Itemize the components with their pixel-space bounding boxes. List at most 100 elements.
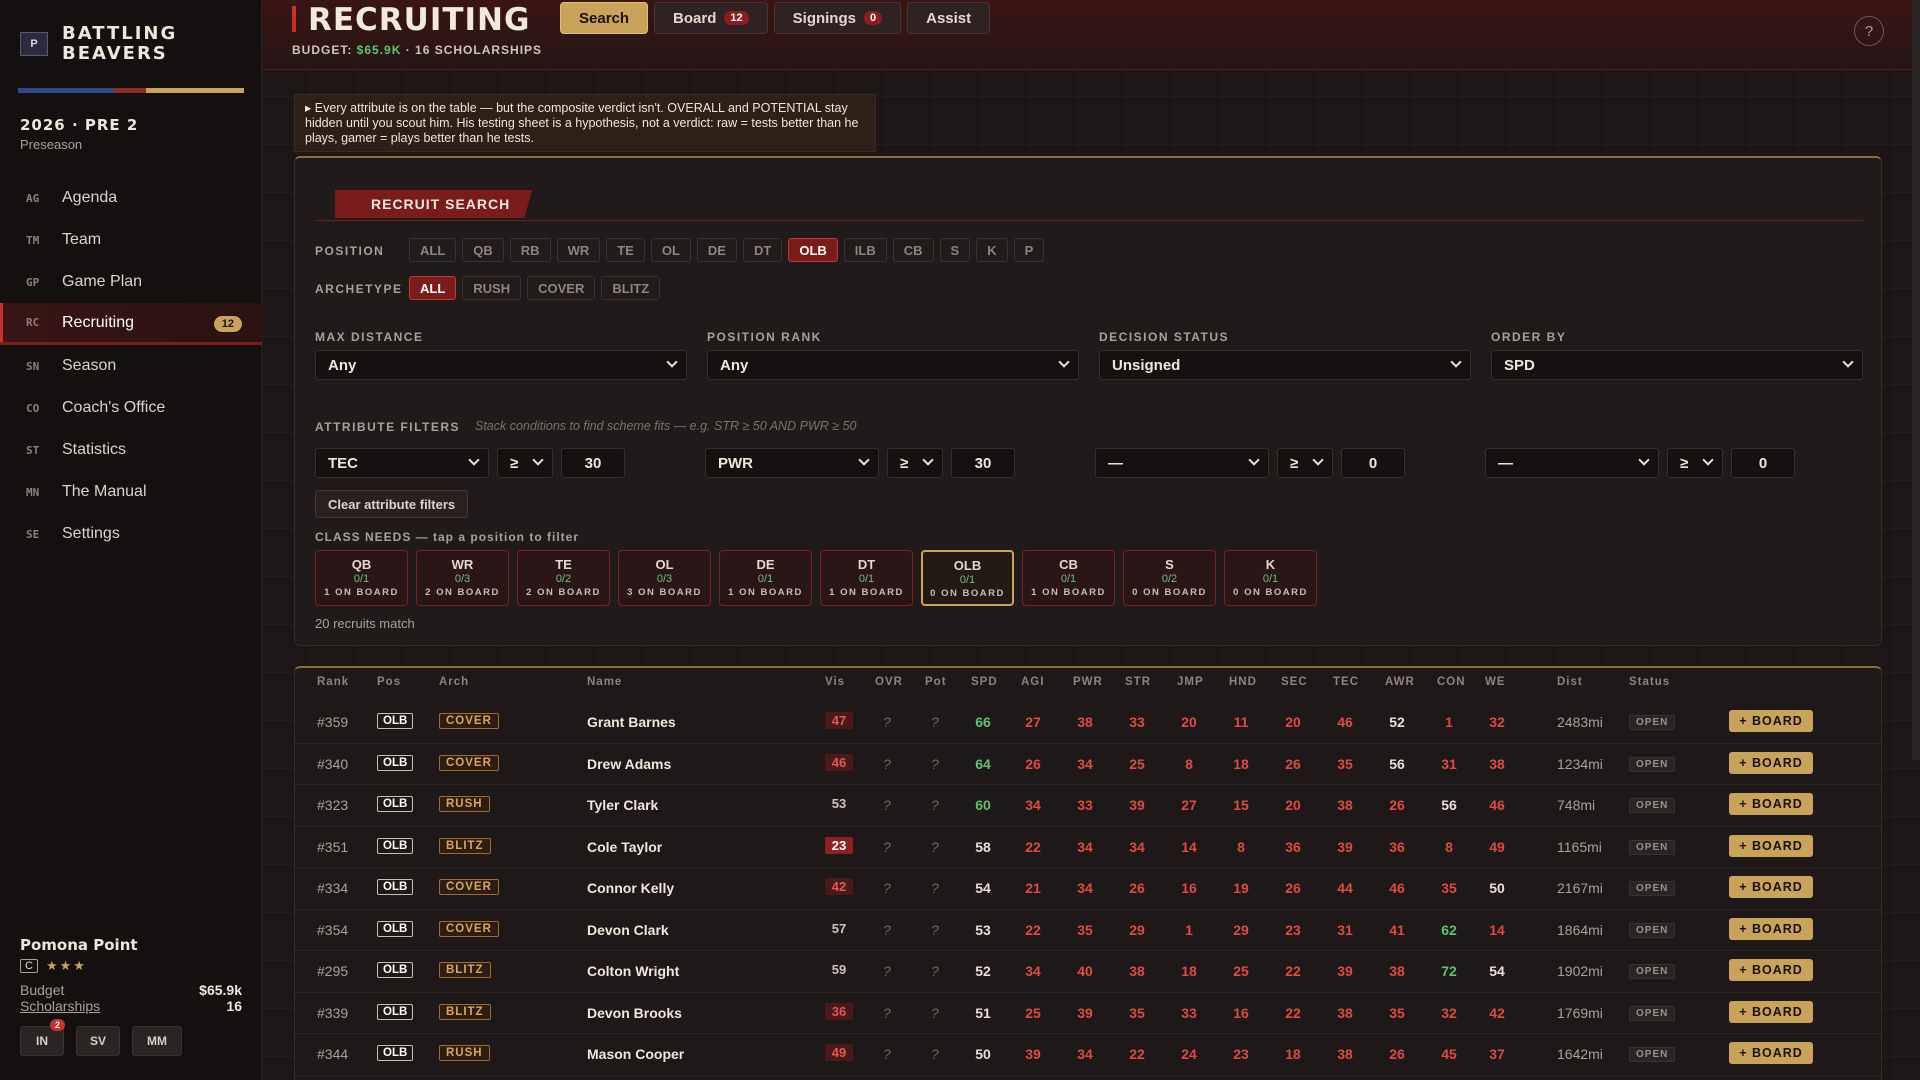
sidebar-item-game-plan[interactable]: GP Game Plan <box>0 261 262 303</box>
position-chip-qb[interactable]: QB <box>462 238 504 262</box>
column-header-vis[interactable]: Vis <box>825 676 845 688</box>
column-header-we[interactable]: WE <box>1485 676 1506 688</box>
tab-board[interactable]: Board 12 <box>654 2 768 34</box>
class-need-cb[interactable]: CB 0/1 1 ON BOARD <box>1022 550 1115 606</box>
table-row[interactable]: #344 OLB RUSH Mason Cooper 49?? 50 39 34 22 24 23 1… <box>295 1034 1881 1076</box>
scholarships-label[interactable]: Scholarships <box>20 998 100 1014</box>
position-rank-select[interactable]: Any <box>707 350 1079 380</box>
table-row[interactable]: #351 OLB BLITZ Cole Taylor 23?? 58 22 34 34 14 8 36… <box>295 827 1881 868</box>
sidebar-item-settings[interactable]: SE Settings <box>0 513 262 555</box>
sidebar-item-team[interactable]: TM Team <box>0 219 262 261</box>
operator-select[interactable]: ≥ <box>887 448 943 478</box>
column-header-pot[interactable]: Pot <box>925 676 947 688</box>
class-need-wr[interactable]: WR 0/3 2 ON BOARD <box>416 550 509 606</box>
column-header-spd[interactable]: SPD <box>971 676 998 688</box>
position-chip-all[interactable]: ALL <box>409 238 457 262</box>
position-chip-rb[interactable]: RB <box>509 238 551 262</box>
table-row[interactable]: #334 OLB COVER Connor Kelly 42?? 54 21 34 26 16 19… <box>295 868 1881 910</box>
add-to-board-button[interactable]: + BOARD <box>1729 751 1813 774</box>
table-row[interactable]: #339 OLB BLITZ Devon Brooks 36?? 51 25 39 35 33 16… <box>295 993 1881 1034</box>
add-to-board-button[interactable]: + BOARD <box>1729 710 1813 732</box>
sidebar-item-coach-s-office[interactable]: CO Coach's Office <box>0 387 262 429</box>
position-chip-p[interactable]: P <box>1013 238 1045 262</box>
class-need-te[interactable]: TE 0/2 2 ON BOARD <box>517 550 610 606</box>
sidebar-item-recruiting[interactable]: RC Recruiting 12 <box>0 303 262 345</box>
position-chip-olb[interactable]: OLB <box>788 238 838 262</box>
recruit-name[interactable]: Grant Barnes <box>587 714 676 730</box>
add-to-board-button[interactable]: + BOARD <box>1729 834 1813 857</box>
column-header-awr[interactable]: AWR <box>1385 676 1415 688</box>
column-header-arch[interactable]: Arch <box>439 676 469 688</box>
recruit-name[interactable]: Devon Brooks <box>587 1005 682 1021</box>
threshold-input[interactable]: 0 <box>1341 448 1405 478</box>
save-button[interactable]: SV <box>76 1026 120 1056</box>
clear-attribute-filters-button[interactable]: Clear attribute filters <box>315 490 469 518</box>
column-header-pwr[interactable]: PWR <box>1073 676 1103 688</box>
sidebar-item-season[interactable]: SN Season <box>0 345 262 387</box>
threshold-input[interactable]: 30 <box>561 448 625 478</box>
table-row[interactable]: #323 OLB RUSH Tyler Clark 53?? 60 34 33 39 27 15 20… <box>295 785 1881 827</box>
position-chip-wr[interactable]: WR <box>556 238 601 262</box>
order-by-select[interactable]: SPD <box>1491 350 1863 380</box>
add-to-board-button[interactable]: + BOARD <box>1729 1000 1813 1023</box>
archetype-chip-rush[interactable]: RUSH <box>462 276 522 300</box>
position-chip-dt[interactable]: DT <box>742 238 783 262</box>
column-header-tec[interactable]: TEC <box>1333 676 1359 688</box>
position-chip-s[interactable]: S <box>939 238 971 262</box>
column-header-con[interactable]: CON <box>1437 676 1466 688</box>
decision-status-select[interactable]: Unsigned <box>1099 350 1471 380</box>
sidebar-item-statistics[interactable]: ST Statistics <box>0 429 262 471</box>
column-header-jmp[interactable]: JMP <box>1177 676 1204 688</box>
sidebar-item-agenda[interactable]: AG Agenda <box>0 177 262 219</box>
class-need-olb[interactable]: OLB 0/1 0 ON BOARD <box>921 550 1014 606</box>
column-header-name[interactable]: Name <box>587 676 622 688</box>
class-need-s[interactable]: S 0/2 0 ON BOARD <box>1123 550 1216 606</box>
table-row[interactable]: #340 OLB COVER Drew Adams 46?? 64 26 34 25 8 18 26 3… <box>295 744 1881 785</box>
column-header-str[interactable]: STR <box>1125 676 1151 688</box>
class-need-de[interactable]: DE 0/1 1 ON BOARD <box>719 550 812 606</box>
attribute-select[interactable]: PWR <box>705 448 879 478</box>
recruit-name[interactable]: Tyler Clark <box>587 797 658 813</box>
sidebar-item-the-manual[interactable]: MN The Manual <box>0 471 262 513</box>
operator-select[interactable]: ≥ <box>1667 448 1723 478</box>
column-header-agi[interactable]: AGI <box>1021 676 1044 688</box>
add-to-board-button[interactable]: + BOARD <box>1729 959 1813 981</box>
position-chip-k[interactable]: K <box>976 238 1008 262</box>
attribute-select[interactable]: TEC <box>315 448 489 478</box>
add-to-board-button[interactable]: + BOARD <box>1729 793 1813 815</box>
archetype-chip-cover[interactable]: COVER <box>527 276 596 300</box>
archetype-chip-blitz[interactable]: BLITZ <box>601 276 661 300</box>
column-header-status[interactable]: Status <box>1629 676 1670 688</box>
table-row[interactable]: #359 OLB COVER Grant Barnes 47?? 66 27 38 33 20 11… <box>295 702 1881 744</box>
recruit-name[interactable]: Mason Cooper <box>587 1046 684 1062</box>
tab-signings[interactable]: Signings 0 <box>773 2 902 34</box>
recruit-name[interactable]: Devon Clark <box>587 922 669 938</box>
column-header-sec[interactable]: SEC <box>1281 676 1308 688</box>
table-row[interactable]: #354 OLB COVER Devon Clark 57?? 53 22 35 29 1 29 23… <box>295 910 1881 951</box>
tab-assist[interactable]: Assist <box>907 2 991 34</box>
help-icon[interactable]: ? <box>1854 16 1884 46</box>
inbox-button[interactable]: IN 2 <box>20 1019 65 1056</box>
max-distance-select[interactable]: Any <box>315 350 687 380</box>
position-chip-ol[interactable]: OL <box>650 238 691 262</box>
add-to-board-button[interactable]: + BOARD <box>1729 876 1813 898</box>
column-header-pos[interactable]: Pos <box>377 676 401 688</box>
position-chip-de[interactable]: DE <box>696 238 737 262</box>
operator-select[interactable]: ≥ <box>1277 448 1333 478</box>
class-need-qb[interactable]: QB 0/1 1 ON BOARD <box>315 550 408 606</box>
archetype-chip-all[interactable]: ALL <box>409 276 457 300</box>
operator-select[interactable]: ≥ <box>497 448 553 478</box>
threshold-input[interactable]: 30 <box>951 448 1015 478</box>
scrollbar[interactable] <box>1912 0 1920 760</box>
position-chip-cb[interactable]: CB <box>892 238 934 262</box>
position-chip-ilb[interactable]: ILB <box>843 238 887 262</box>
main-menu-button[interactable]: MM <box>132 1026 182 1056</box>
tab-search[interactable]: Search <box>560 2 649 34</box>
add-to-board-button[interactable]: + BOARD <box>1729 917 1813 940</box>
column-header-rank[interactable]: Rank <box>317 676 349 688</box>
recruit-name[interactable]: Colton Wright <box>587 963 679 979</box>
recruit-name[interactable]: Cole Taylor <box>587 839 662 855</box>
position-chip-te[interactable]: TE <box>606 238 645 262</box>
column-header-dist[interactable]: Dist <box>1557 676 1583 688</box>
recruit-name[interactable]: Connor Kelly <box>587 880 674 896</box>
